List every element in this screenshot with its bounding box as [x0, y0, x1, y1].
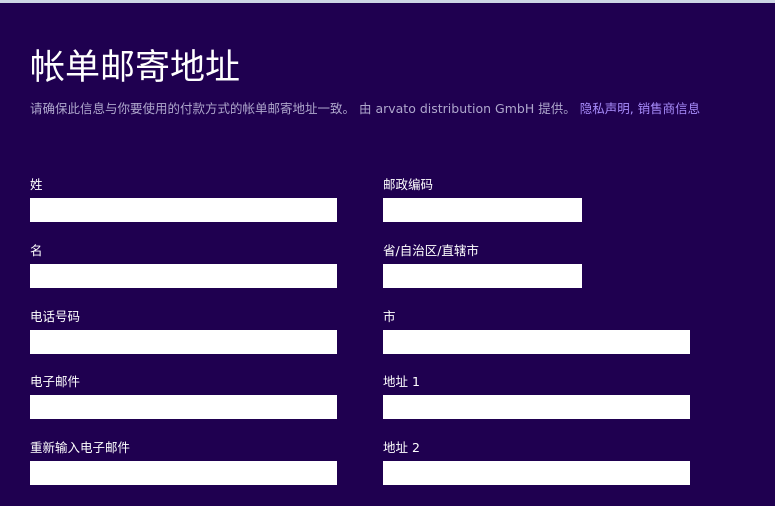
seller-info-link[interactable]: 销售商信息 — [638, 101, 701, 116]
address-line-1-field: 地址 1 — [383, 374, 690, 419]
billing-description: 请确保此信息与你要使用的付款方式的帐单邮寄地址一致。 由 arvato dist… — [30, 100, 740, 118]
email-field: 电子邮件 — [30, 374, 337, 419]
confirm-email-label: 重新输入电子邮件 — [30, 440, 131, 455]
first-name-label: 名 — [30, 243, 43, 258]
province-field: 省/自治区/直辖市 — [383, 243, 582, 288]
privacy-statement-link[interactable]: 隐私声明 — [580, 101, 630, 116]
province-input[interactable] — [383, 264, 582, 288]
last-name-label: 姓 — [30, 177, 43, 192]
first-name-input[interactable] — [30, 264, 337, 288]
description-text: 请确保此信息与你要使用的付款方式的帐单邮寄地址一致。 由 arvato dist… — [30, 101, 576, 116]
city-field: 市 — [383, 309, 690, 354]
address-line-1-input[interactable] — [383, 395, 690, 419]
confirm-email-field: 重新输入电子邮件 — [30, 440, 337, 485]
city-label: 市 — [383, 309, 396, 324]
address-line-2-field: 地址 2 — [383, 440, 690, 485]
last-name-field: 姓 — [30, 177, 337, 222]
postal-code-field: 邮政编码 — [383, 177, 582, 222]
address-line-1-label: 地址 1 — [383, 374, 420, 389]
phone-label: 电话号码 — [30, 309, 81, 324]
phone-field: 电话号码 — [30, 309, 337, 354]
page-title: 帐单邮寄地址 — [30, 48, 241, 88]
city-input[interactable] — [383, 330, 690, 354]
email-input[interactable] — [30, 395, 337, 419]
province-label: 省/自治区/直辖市 — [383, 243, 479, 258]
postal-code-label: 邮政编码 — [383, 177, 434, 192]
first-name-field: 名 — [30, 243, 337, 288]
postal-code-input[interactable] — [383, 198, 582, 222]
address-line-2-label: 地址 2 — [383, 440, 420, 455]
confirm-email-input[interactable] — [30, 461, 337, 485]
link-separator: , — [629, 101, 638, 116]
window-top-bar — [0, 0, 775, 3]
last-name-input[interactable] — [30, 198, 337, 222]
phone-input[interactable] — [30, 330, 337, 354]
address-line-2-input[interactable] — [383, 461, 690, 485]
email-label: 电子邮件 — [30, 374, 81, 389]
